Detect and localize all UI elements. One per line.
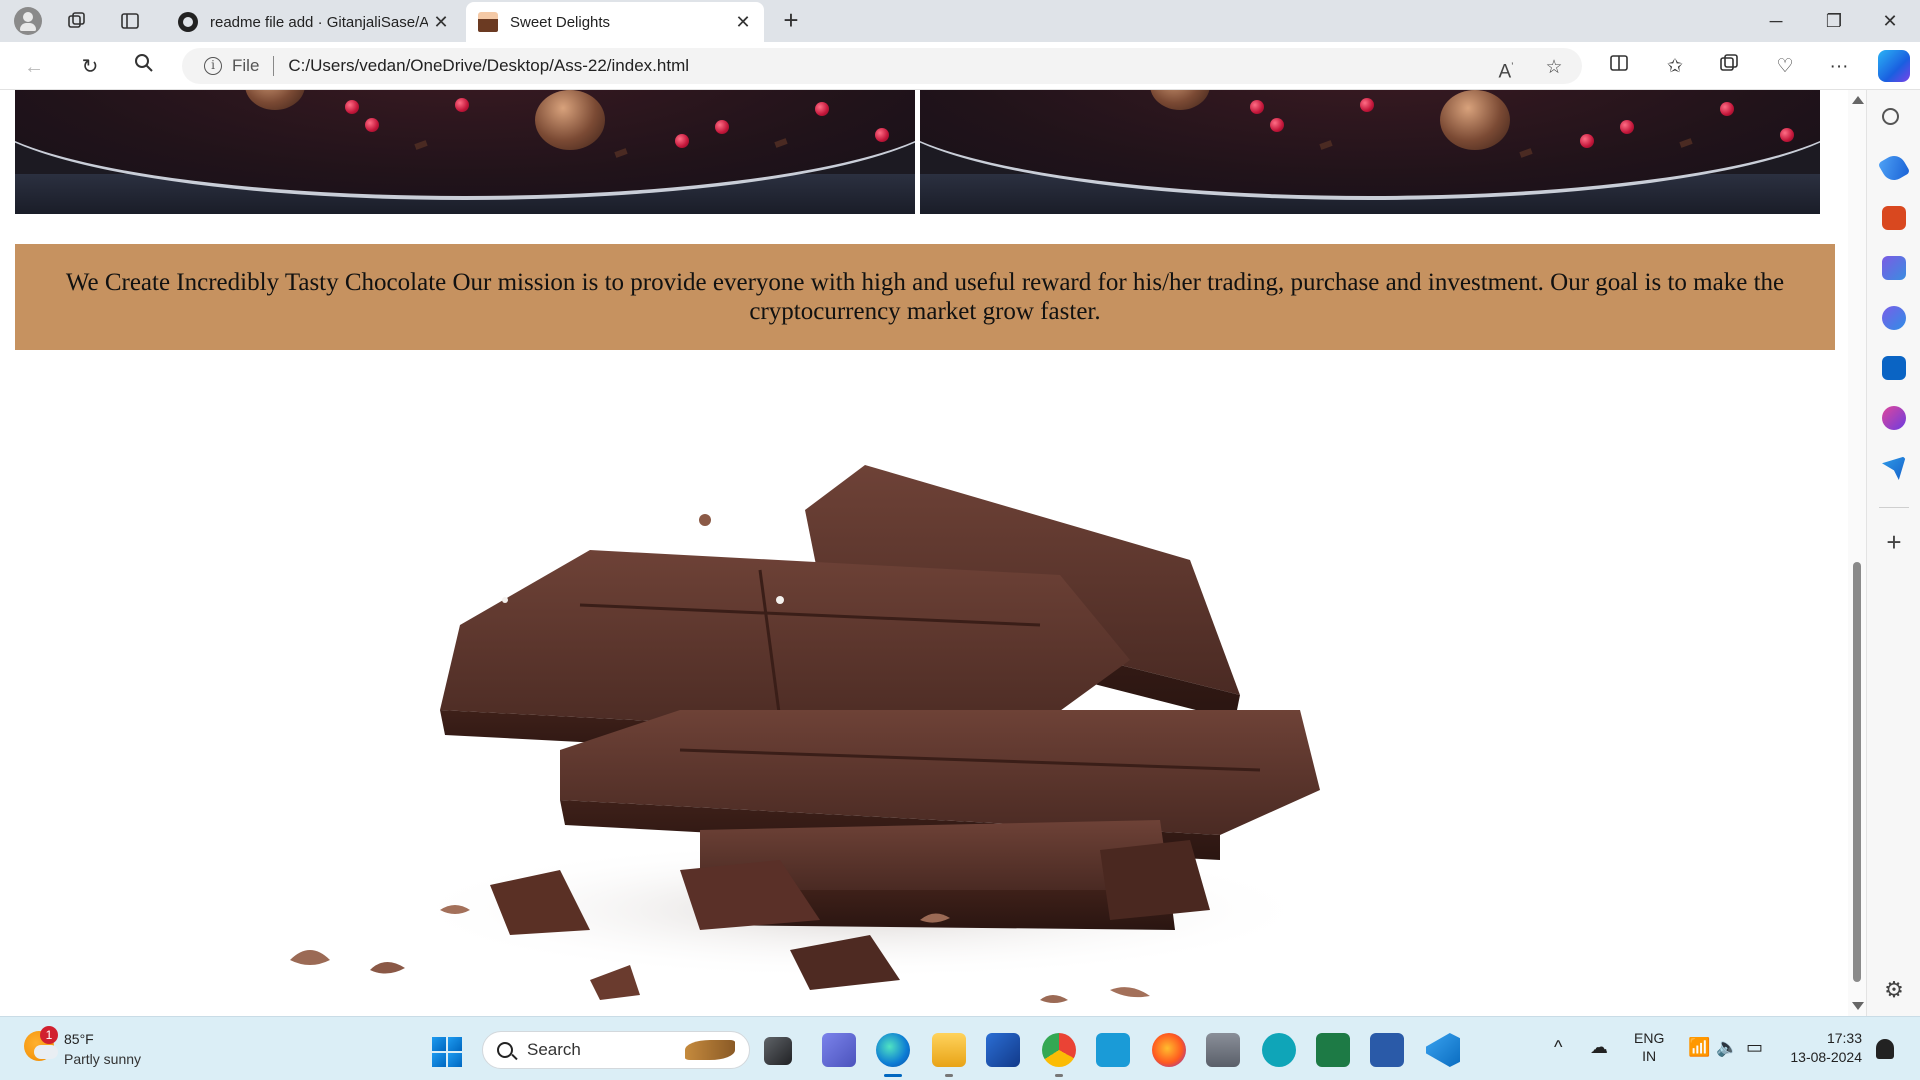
split-screen-icon[interactable]: [1604, 53, 1634, 81]
chocolate-bars-image: [260, 390, 1460, 1010]
chocolate-platter-image: [920, 90, 1820, 214]
close-window-button[interactable]: ✕: [1862, 0, 1918, 42]
read-aloud-icon[interactable]: Aʼ: [1492, 54, 1520, 82]
word-icon[interactable]: [1370, 1033, 1404, 1067]
edge-sidebar: + ⚙: [1866, 90, 1920, 1016]
search-placeholder: Search: [527, 1040, 581, 1059]
clock-time: 17:33: [1826, 1030, 1862, 1046]
search-highlight-icon: [685, 1040, 735, 1060]
url-text[interactable]: C:/Users/vedan/OneDrive/Desktop/Ass-22/i…: [288, 56, 689, 76]
workspaces-icon[interactable]: [64, 8, 90, 34]
shopping-tag-icon[interactable]: [1877, 151, 1911, 185]
file-explorer-icon[interactable]: [932, 1033, 966, 1077]
tab-sweet-delights[interactable]: Sweet Delights ✕: [466, 2, 764, 42]
alexa-icon[interactable]: [1262, 1033, 1296, 1067]
tools-icon[interactable]: [1882, 206, 1906, 230]
close-tab-icon[interactable]: ✕: [730, 12, 756, 33]
scroll-thumb[interactable]: [1853, 562, 1861, 982]
cake-icon: [478, 12, 498, 32]
new-tab-button[interactable]: +: [776, 6, 806, 36]
restore-button[interactable]: ❐: [1806, 0, 1862, 42]
system-clock[interactable]: 17:33 13-08-2024: [1786, 1029, 1862, 1067]
minimize-button[interactable]: ─: [1748, 0, 1804, 42]
wifi-icon[interactable]: 📶: [1688, 1037, 1710, 1058]
page-viewport: We Create Incredibly Tasty Chocolate Our…: [0, 90, 1866, 1016]
search-icon[interactable]: [130, 53, 158, 81]
collections-icon[interactable]: [1714, 53, 1744, 81]
scroll-up-arrow-icon[interactable]: [1852, 96, 1864, 104]
battery-icon[interactable]: ▭: [1746, 1037, 1763, 1058]
microsoft-365-icon[interactable]: [1882, 306, 1906, 330]
teams-icon[interactable]: [822, 1033, 856, 1067]
outlook-icon[interactable]: [1882, 356, 1906, 380]
vscode-icon[interactable]: [1426, 1033, 1460, 1067]
volume-icon[interactable]: 🔈: [1716, 1037, 1738, 1058]
browser-essentials-icon[interactable]: ♡: [1770, 53, 1800, 81]
language-indicator[interactable]: ENG IN: [1634, 1029, 1664, 1065]
tab-readme[interactable]: readme file add · GitanjaliSase/A ✕: [166, 2, 462, 42]
task-view-icon[interactable]: [764, 1037, 792, 1065]
tab-actions-icon[interactable]: [117, 8, 143, 34]
weather-cloud-icon: [34, 1045, 58, 1059]
show-hidden-icons-icon[interactable]: ^: [1554, 1037, 1562, 1058]
language-region: IN: [1642, 1048, 1657, 1064]
microsoft-store-icon[interactable]: [986, 1033, 1020, 1067]
taskbar-search[interactable]: Search: [482, 1031, 750, 1069]
games-icon[interactable]: [1882, 256, 1906, 280]
tab-bar: readme file add · GitanjaliSase/A ✕ Swee…: [0, 0, 1920, 42]
weather-badge: 1: [40, 1026, 58, 1044]
close-tab-icon[interactable]: ✕: [428, 12, 454, 33]
chocolate-platter-image: [15, 90, 915, 214]
copilot-icon[interactable]: [1878, 50, 1910, 82]
clock-date: 13-08-2024: [1790, 1049, 1862, 1065]
chrome-icon[interactable]: [1042, 1033, 1076, 1077]
profile-icon[interactable]: [14, 7, 42, 35]
notification-bell-icon[interactable]: [1876, 1039, 1894, 1059]
mission-text: We Create Incredibly Tasty Chocolate Our…: [65, 269, 1785, 325]
send-icon[interactable]: [1882, 456, 1906, 480]
back-button[interactable]: ←: [20, 53, 48, 81]
sidebar-search-icon[interactable]: [1882, 108, 1899, 125]
sidebar-settings-icon[interactable]: ⚙: [1882, 978, 1906, 1002]
myhp-icon[interactable]: [1096, 1033, 1130, 1067]
weather-temperature[interactable]: 85°F: [64, 1031, 94, 1047]
divider: [273, 56, 275, 76]
refresh-button[interactable]: ↻: [76, 53, 104, 81]
url-input[interactable]: i File C:/Users/vedan/OneDrive/Desktop/A…: [182, 48, 1582, 84]
favorite-star-icon[interactable]: ☆: [1540, 54, 1568, 82]
favorites-icon[interactable]: ✩: [1660, 53, 1690, 81]
info-icon[interactable]: i: [204, 57, 222, 75]
mission-banner: We Create Incredibly Tasty Chocolate Our…: [15, 244, 1835, 350]
firefox-icon[interactable]: [1152, 1033, 1186, 1067]
excel-icon[interactable]: [1316, 1033, 1350, 1067]
more-options-icon[interactable]: ···: [1824, 53, 1854, 81]
search-icon: [497, 1042, 513, 1058]
file-label: File: [232, 56, 260, 75]
onedrive-icon[interactable]: ☁: [1590, 1037, 1608, 1058]
address-bar: ← ↻ i File C:/Users/vedan/OneDrive/Deskt…: [0, 42, 1920, 90]
start-button[interactable]: [432, 1037, 462, 1067]
language-code: ENG: [1634, 1030, 1665, 1046]
divider: [1879, 507, 1909, 508]
taskbar: 1 85°F Partly sunny Search ^ ☁ ENG IN 📶 …: [0, 1016, 1920, 1080]
weather-condition[interactable]: Partly sunny: [64, 1051, 141, 1067]
tab-title: Sweet Delights: [510, 13, 611, 31]
edge-icon[interactable]: [876, 1033, 910, 1077]
camera-icon[interactable]: [1206, 1033, 1240, 1067]
tab-title: readme file add · GitanjaliSase/A: [210, 13, 428, 31]
page-scrollbar[interactable]: [1848, 90, 1866, 1016]
github-icon: [178, 12, 198, 32]
scroll-down-arrow-icon[interactable]: [1852, 1002, 1864, 1010]
designer-icon[interactable]: [1882, 406, 1906, 430]
add-sidebar-app-icon[interactable]: +: [1882, 529, 1906, 555]
